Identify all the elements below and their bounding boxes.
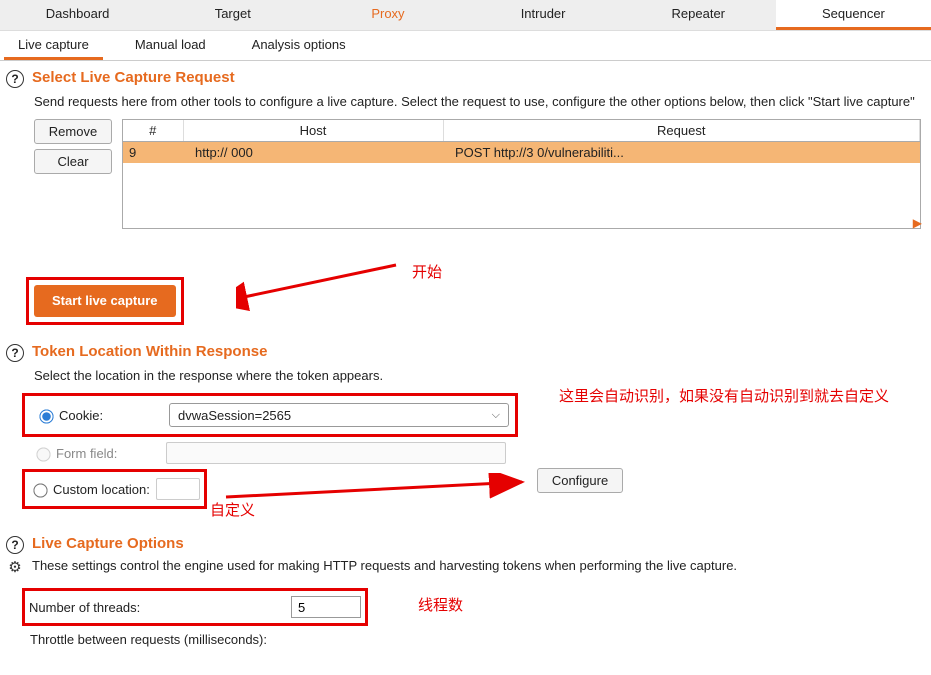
tab-sequencer[interactable]: Sequencer [776, 0, 931, 30]
section-title: Token Location Within Response [32, 343, 267, 360]
cookie-select[interactable]: dvwaSession=2565 ⌵ [169, 403, 509, 427]
threads-input[interactable] [291, 596, 361, 618]
clear-button[interactable]: Clear [34, 149, 112, 174]
tab-target[interactable]: Target [155, 0, 310, 30]
col-number[interactable]: # [123, 120, 183, 142]
request-table[interactable]: # Host Request 9 http:// 000 POST http:/… [122, 119, 921, 229]
configure-button[interactable]: Configure [537, 468, 623, 493]
section-title: Live Capture Options [32, 535, 184, 552]
annotation-custom: 自定义 [210, 499, 255, 520]
section-title: Select Live Capture Request [32, 69, 235, 86]
custom-location-radio[interactable] [33, 483, 47, 497]
col-request[interactable]: Request [443, 120, 920, 142]
custom-location-input[interactable] [156, 478, 200, 500]
subtab-analysis-options[interactable]: Analysis options [238, 31, 360, 60]
annotation-box: Start live capture [26, 277, 184, 325]
throttle-label: Throttle between requests (milliseconds)… [30, 632, 292, 647]
gear-icon[interactable]: ⚙ [6, 558, 24, 576]
cell-request: POST http://3 0/vulnerabiliti... [443, 142, 920, 164]
section-desc: Select the location in the response wher… [34, 368, 921, 383]
subtab-live-capture[interactable]: Live capture [4, 31, 103, 60]
start-live-capture-button[interactable]: Start live capture [34, 285, 176, 317]
annotation-threads: 线程数 [418, 594, 463, 615]
content: ? Select Live Capture Request Send reque… [0, 61, 931, 675]
subtab-manual-load[interactable]: Manual load [121, 31, 220, 60]
section-desc: These settings control the engine used f… [32, 558, 737, 573]
section-live-capture-options: ? Live Capture Options ⚙ These settings … [6, 535, 921, 651]
custom-location-label: Custom location: [53, 482, 150, 497]
tab-intruder[interactable]: Intruder [466, 0, 621, 30]
tool-tabs: Dashboard Target Proxy Intruder Repeater… [0, 0, 931, 31]
col-host[interactable]: Host [183, 120, 443, 142]
form-field-label: Form field: [56, 446, 166, 461]
section-token-location: ? Token Location Within Response Select … [6, 343, 921, 509]
threads-label: Number of threads: [29, 600, 291, 615]
help-icon[interactable]: ? [6, 70, 24, 88]
tab-proxy[interactable]: Proxy [310, 0, 465, 30]
annotation-box: Custom location: [22, 469, 207, 509]
annotation-start: 开始 [412, 261, 442, 282]
form-field-radio [36, 447, 50, 461]
cookie-radio[interactable] [39, 409, 53, 423]
cookie-value: dvwaSession=2565 [178, 408, 291, 423]
chevron-down-icon: ⌵ [492, 409, 500, 422]
section-live-capture-request: ? Select Live Capture Request Send reque… [6, 69, 921, 325]
cell-host: http:// 000 [183, 142, 443, 164]
tab-dashboard[interactable]: Dashboard [0, 0, 155, 30]
section-desc: Send requests here from other tools to c… [34, 94, 921, 109]
tab-repeater[interactable]: Repeater [621, 0, 776, 30]
sub-tabs: Live capture Manual load Analysis option… [0, 31, 931, 61]
scroll-indicator-icon: ▶ [913, 216, 922, 230]
form-field-input [166, 442, 506, 464]
cookie-label: Cookie: [59, 408, 169, 423]
annotation-box: Number of threads: [22, 588, 368, 626]
help-icon[interactable]: ? [6, 536, 24, 554]
help-icon[interactable]: ? [6, 344, 24, 362]
annotation-box: Cookie: dvwaSession=2565 ⌵ [22, 393, 518, 437]
cell-number: 9 [123, 142, 183, 164]
annotation-auto-detect: 这里会自动识别，如果没有自动识别到就去自定义 [559, 385, 889, 406]
table-row[interactable]: 9 http:// 000 POST http://3 0/vulnerabil… [123, 142, 920, 164]
remove-button[interactable]: Remove [34, 119, 112, 144]
